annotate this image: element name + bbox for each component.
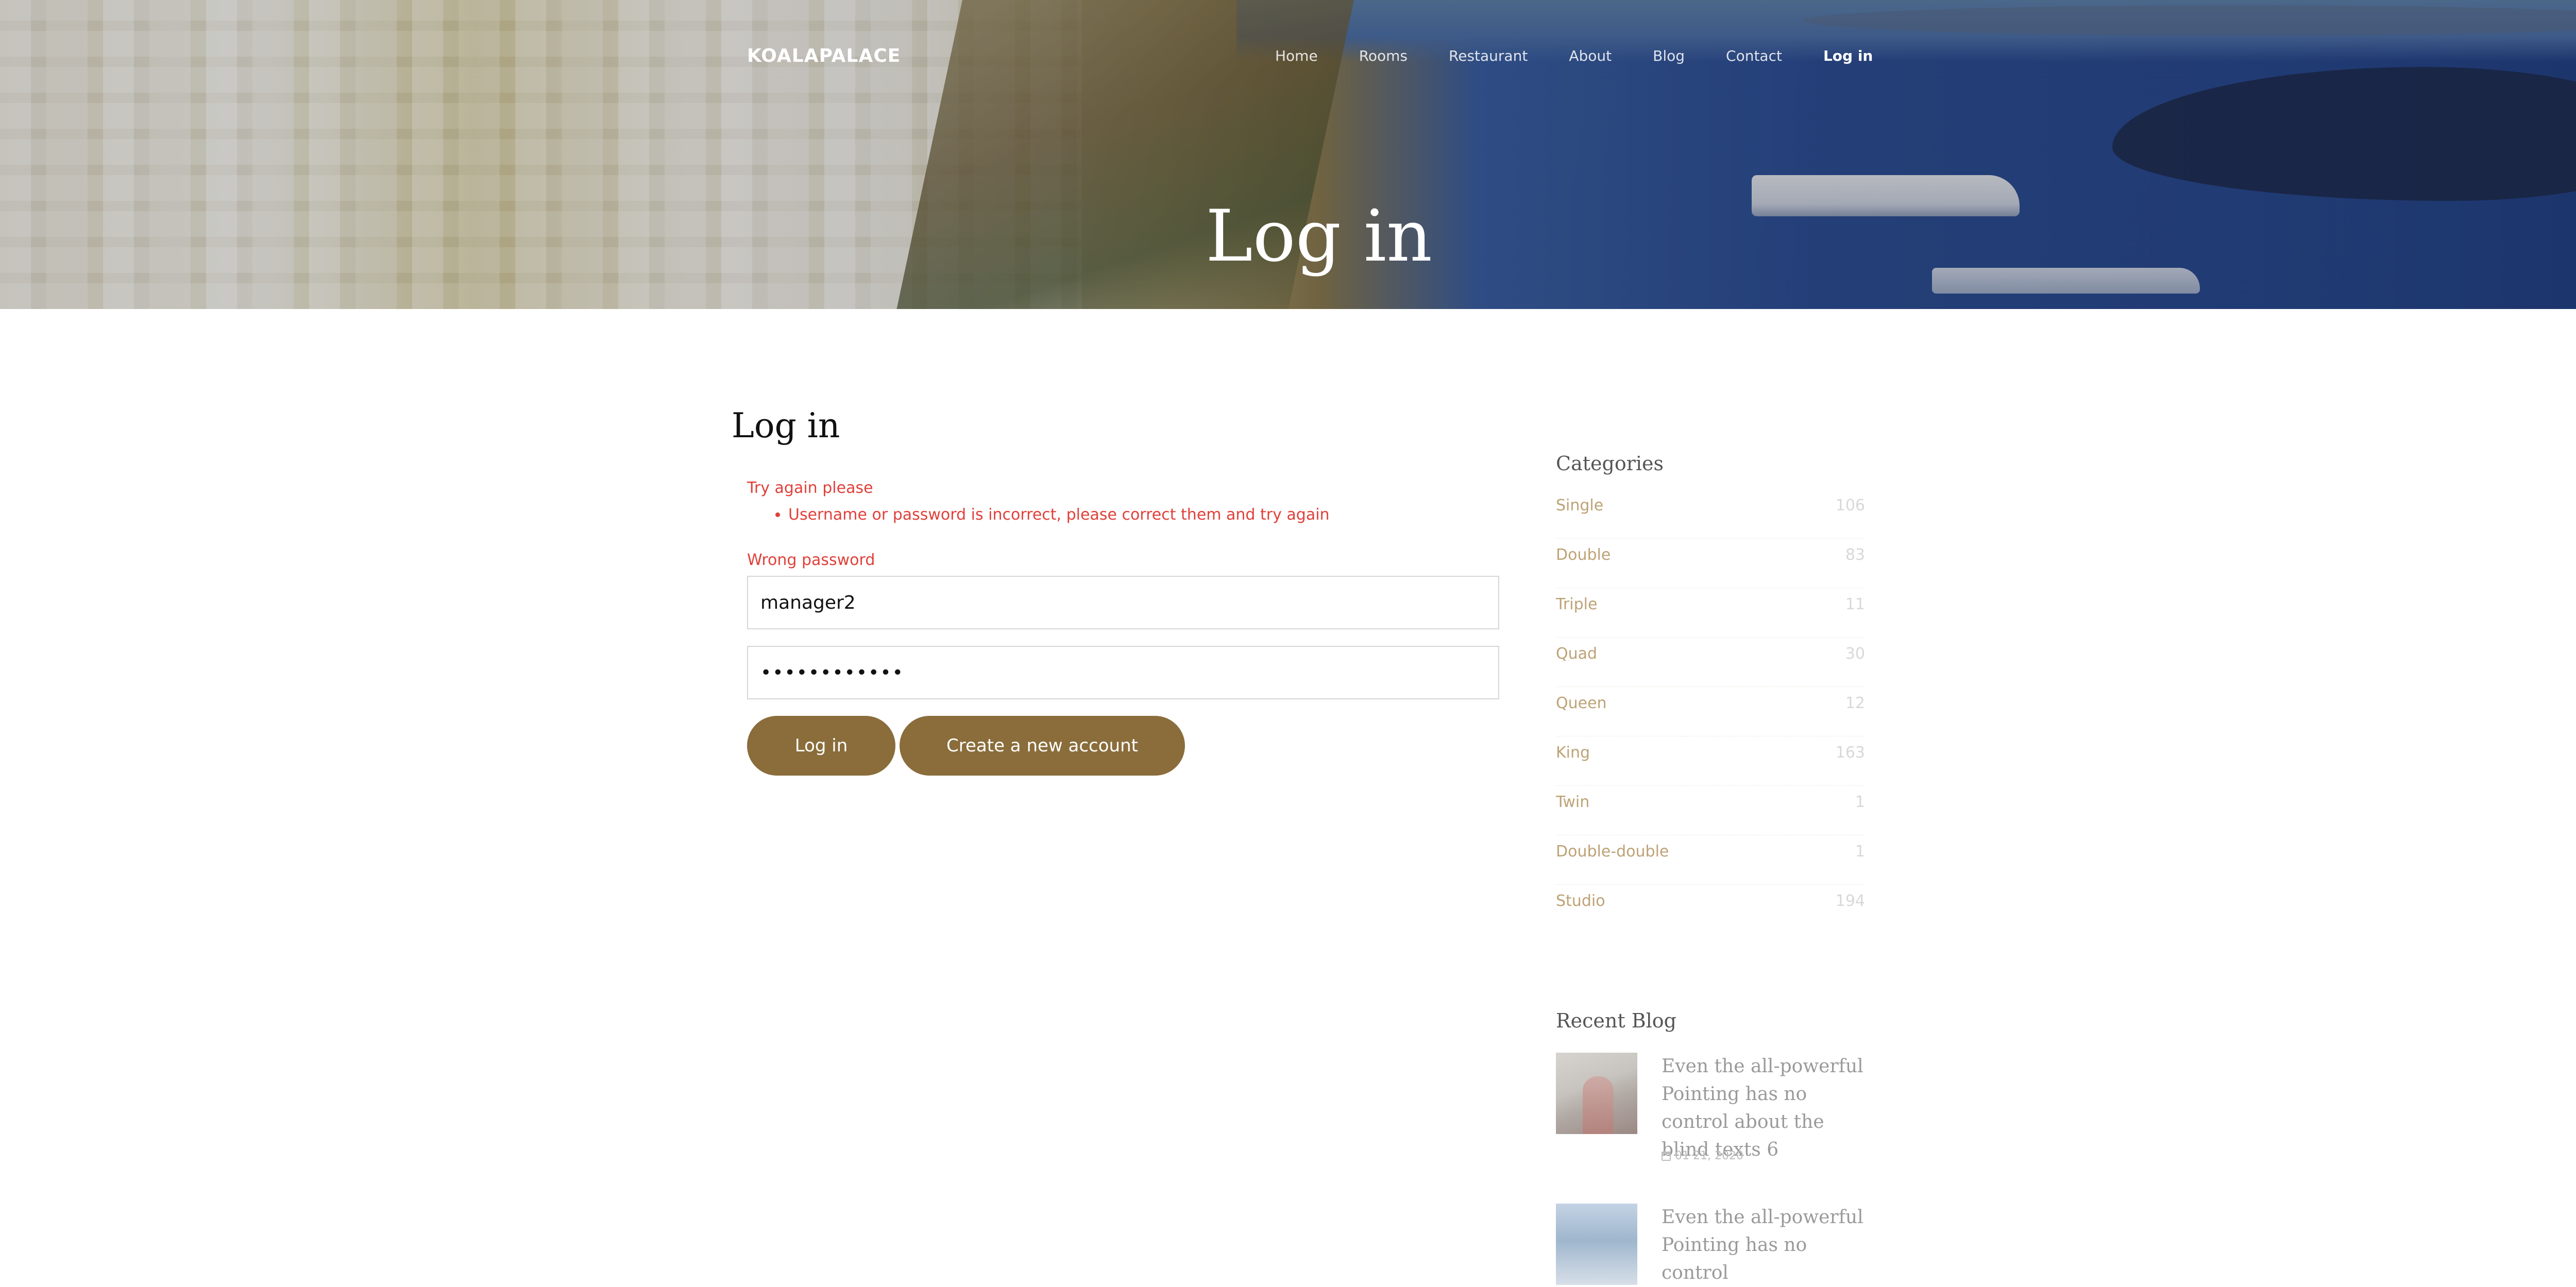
categories-heading: Categories [1556,452,1664,475]
login-button[interactable]: Log in [747,716,895,776]
category-name[interactable]: Single [1556,496,1603,514]
error-item: Username or password is incorrect, pleas… [788,506,1330,524]
calendar-icon [1662,1151,1671,1161]
category-name[interactable]: Quad [1556,645,1597,663]
hero-banner: KOALAPALACE Home Rooms Restaurant About … [0,0,2576,309]
error-list: Username or password is incorrect, pleas… [747,506,1330,524]
category-count: 83 [1845,546,1865,564]
category-item[interactable]: Studio 194 [1556,885,1865,934]
category-count: 106 [1835,496,1865,514]
nav-login[interactable]: Log in [1823,47,1873,64]
nav-contact[interactable]: Contact [1726,47,1782,64]
recent-blog-heading: Recent Blog [1556,1009,1676,1032]
post-thumbnail[interactable] [1556,1053,1637,1134]
category-item[interactable]: Triple 11 [1556,588,1865,638]
username-input[interactable] [747,576,1499,629]
hero-title: Log in [1206,195,1432,278]
category-count: 194 [1835,892,1865,910]
nav-blog[interactable]: Blog [1653,47,1685,64]
category-name[interactable]: Studio [1556,892,1605,910]
category-count: 1 [1855,843,1865,861]
page-title: Log in [732,406,840,445]
category-count: 12 [1845,694,1865,712]
category-item[interactable]: Double 83 [1556,539,1865,588]
post-title[interactable]: Even the all-powerful Pointing has no co… [1662,1053,1868,1164]
post-date-text: 01 21, 2020 [1675,1149,1743,1162]
category-count: 163 [1835,744,1865,762]
category-count: 30 [1845,645,1865,663]
nav-about[interactable]: About [1569,47,1612,64]
category-item[interactable]: Twin 1 [1556,786,1865,835]
nav-restaurant[interactable]: Restaurant [1449,47,1528,64]
error-heading: Try again please [747,479,873,497]
nav-rooms[interactable]: Rooms [1359,47,1408,64]
main-nav: Home Rooms Restaurant About Blog Contact… [1275,47,1873,64]
post-thumbnail[interactable] [1556,1204,1637,1285]
category-count: 1 [1855,793,1865,811]
category-name[interactable]: Double-double [1556,843,1669,861]
category-name[interactable]: Double [1556,546,1611,564]
post-title[interactable]: Even the all-powerful Pointing has no co… [1662,1204,1868,1287]
category-item[interactable]: King 163 [1556,736,1865,786]
category-item[interactable]: Single 106 [1556,489,1865,539]
category-name[interactable]: King [1556,744,1590,762]
post-date: 01 21, 2020 [1662,1149,1743,1162]
category-item[interactable]: Double-double 1 [1556,835,1865,885]
category-name[interactable]: Queen [1556,694,1607,712]
category-item[interactable]: Queen 12 [1556,687,1865,736]
category-name[interactable]: Twin [1556,793,1589,811]
brand-logo[interactable]: KOALAPALACE [747,45,901,66]
password-error: Wrong password [747,551,875,569]
create-account-button[interactable]: Create a new account [900,716,1185,776]
password-input[interactable] [747,646,1499,699]
nav-home[interactable]: Home [1275,47,1318,64]
category-item[interactable]: Quad 30 [1556,638,1865,687]
category-name[interactable]: Triple [1556,595,1597,613]
category-count: 11 [1845,595,1865,613]
